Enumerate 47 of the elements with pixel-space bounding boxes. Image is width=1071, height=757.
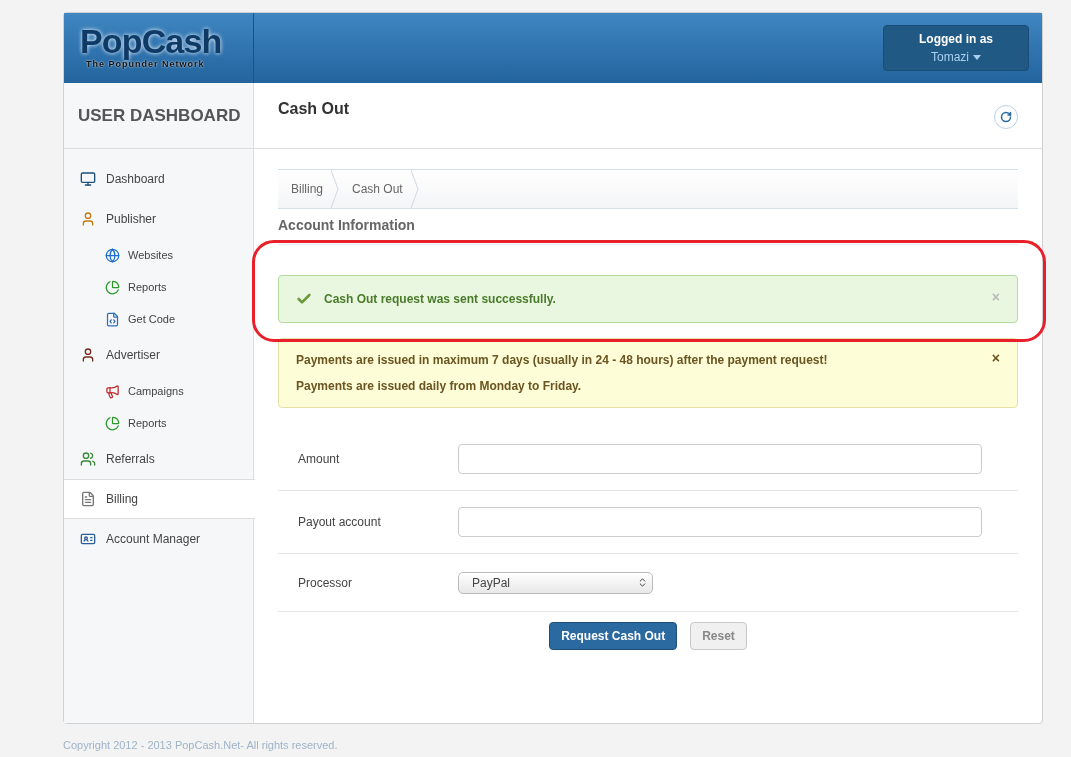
refresh-icon	[1000, 111, 1012, 123]
sidebar-subitem[interactable]: Campaigns	[64, 375, 253, 407]
breadcrumb-link[interactable]: Billing	[278, 170, 339, 208]
caret-icon	[973, 54, 981, 60]
pie-chart-icon	[105, 415, 120, 431]
processor-select[interactable]: PayPal	[458, 571, 653, 594]
field-label: Amount	[298, 451, 341, 468]
sidebar-item[interactable]: Publisher	[64, 199, 253, 239]
sidebar-item[interactable]: Referrals	[64, 439, 253, 479]
logo-tagline: The Popunder Network	[86, 59, 205, 72]
document-icon	[80, 491, 96, 507]
sidebar-title: USER DASHBOARD	[78, 104, 241, 127]
text-field[interactable]	[458, 507, 982, 537]
text-field[interactable]	[458, 444, 982, 474]
alert-text: Cash Out request was sent successfully.	[324, 291, 557, 308]
people-icon	[80, 451, 96, 467]
submit-button[interactable]: Request Cash Out	[549, 622, 678, 650]
code-file-icon	[105, 311, 120, 327]
close-button[interactable]: ×	[991, 351, 1000, 365]
user-menu[interactable]: Logged in as Tomazi	[883, 25, 1029, 71]
sidebar-subitem[interactable]: Reports	[64, 271, 253, 303]
select-arrows-icon	[637, 577, 648, 588]
page-title: Cash Out	[278, 99, 350, 119]
sidebar-item[interactable]: Dashboard	[64, 159, 253, 199]
field-label: Processor	[298, 574, 354, 592]
logo-name: PopCash	[80, 24, 223, 59]
alert-text: Payments are issued daily from Monday to Friday.	[296, 378, 583, 395]
sidebar-subitem[interactable]: Websites	[64, 239, 253, 271]
section-title: Account Information	[278, 216, 416, 235]
alert-text: Payments are issued in maximum 7 days (usually in 24 - 48 hours) after the payment request!	[296, 352, 829, 369]
person-icon	[80, 211, 96, 227]
sidebar-item[interactable]: Advertiser	[64, 335, 253, 375]
field-label: Payout account	[298, 514, 382, 531]
sidebar-item[interactable]: Billing	[64, 479, 255, 519]
globe-icon	[105, 247, 120, 263]
breadcrumb-link[interactable]: Cash Out	[339, 170, 419, 208]
megaphone-icon	[105, 383, 120, 399]
sidebar-item[interactable]: Account Manager	[64, 519, 253, 559]
sidebar-subitem[interactable]: Reports	[64, 407, 253, 439]
person-icon	[80, 347, 96, 363]
id-card-icon	[80, 531, 96, 547]
monitor-icon	[80, 171, 96, 187]
sidebar-subitem[interactable]: Get Code	[64, 303, 253, 335]
refresh-button[interactable]	[994, 105, 1018, 129]
check-icon	[296, 291, 312, 307]
pie-chart-icon	[105, 279, 120, 295]
footer-text: Copyright 2012 - 2013 PopCash.Net- All rights reserved.	[63, 738, 338, 752]
